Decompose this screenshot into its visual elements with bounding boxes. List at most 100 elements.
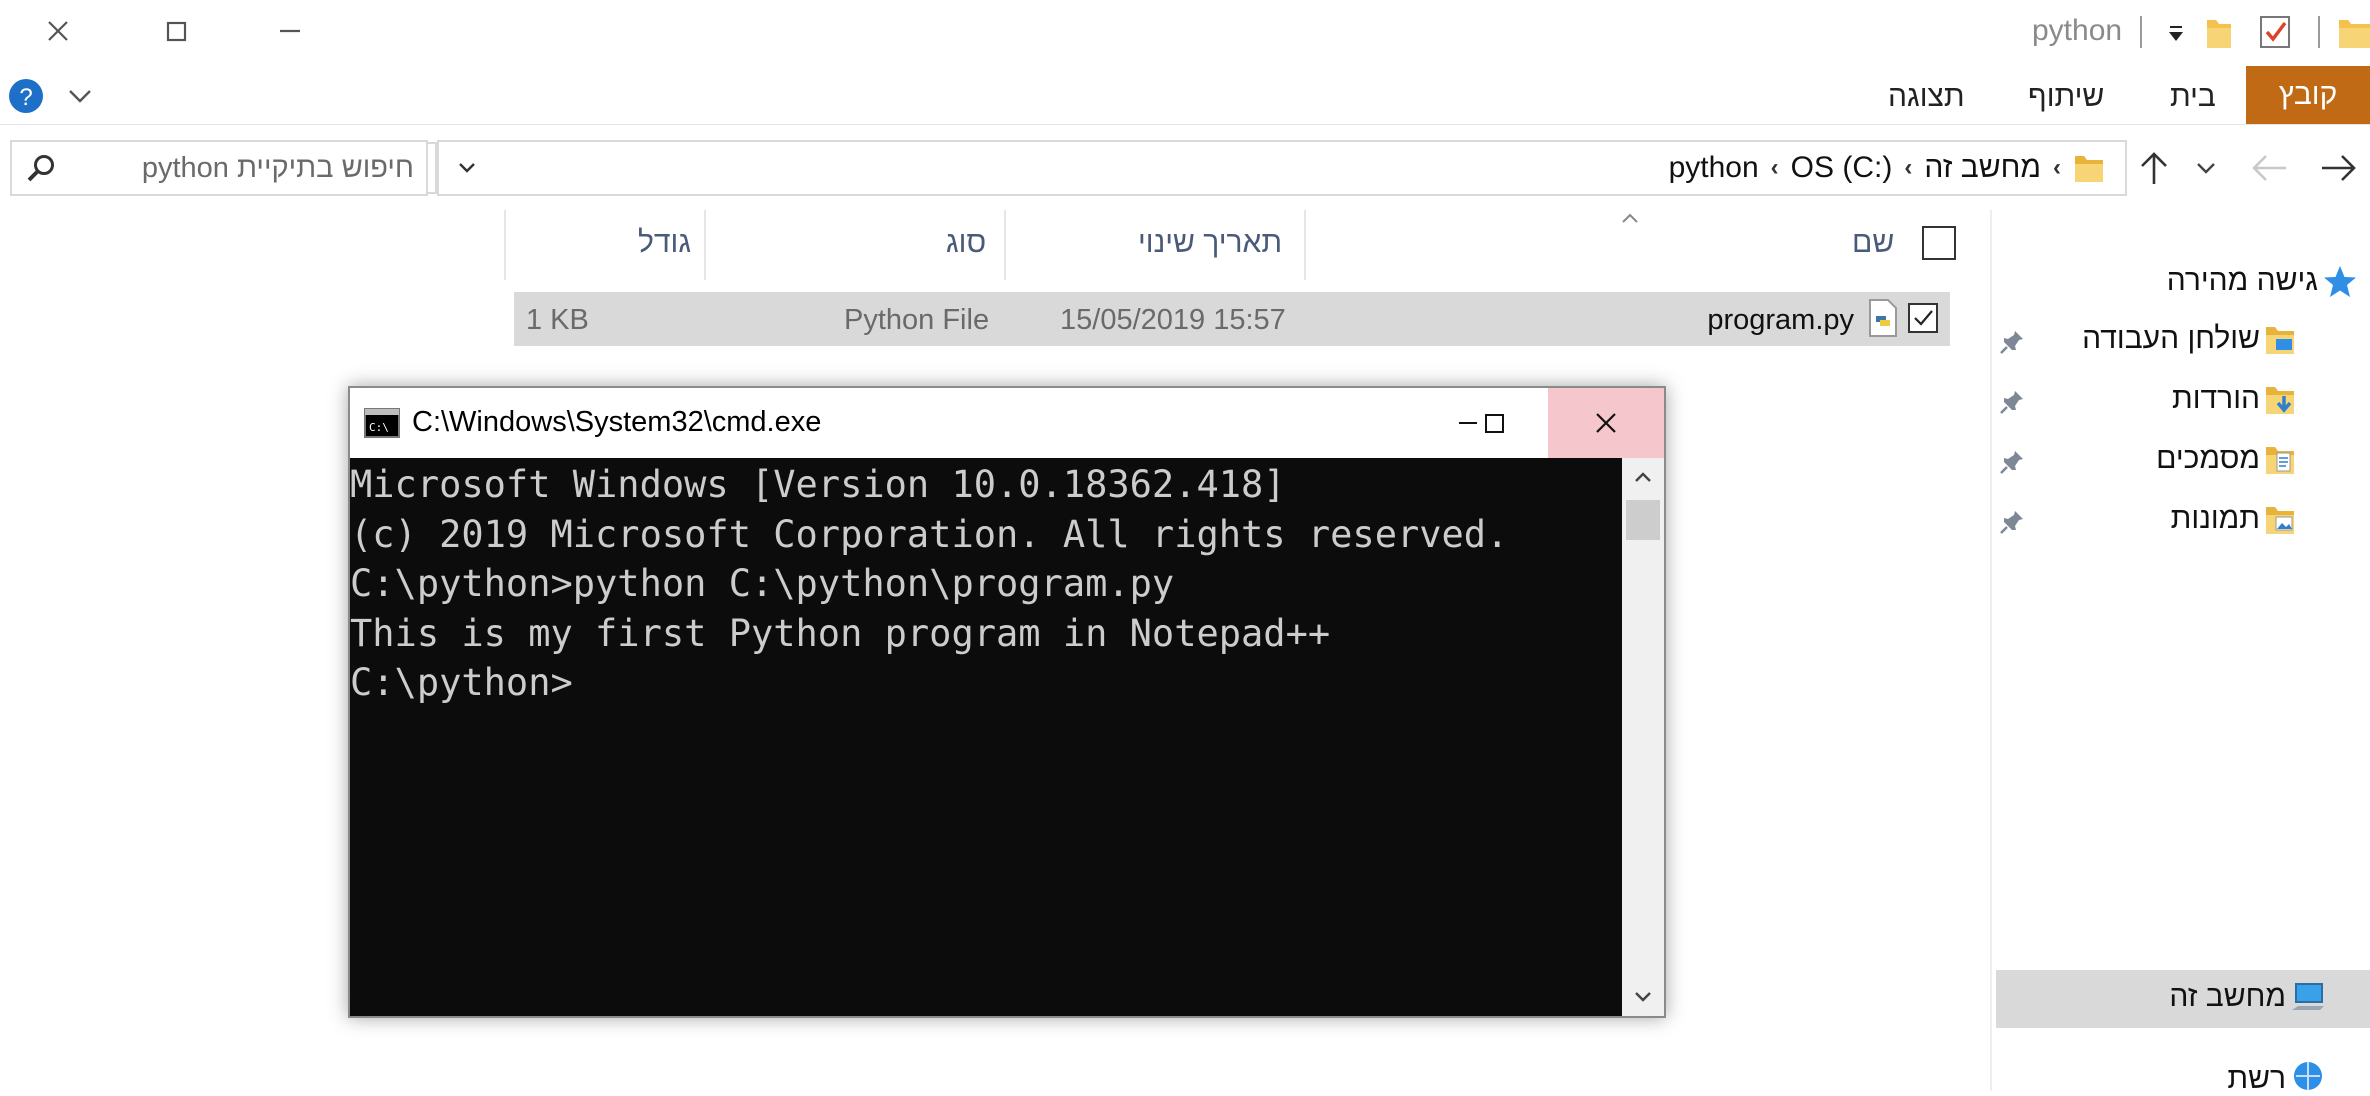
pin-icon[interactable]	[1998, 446, 2028, 476]
documents-folder-icon	[2266, 447, 2294, 474]
forward-button[interactable]	[2246, 146, 2292, 190]
search-icon	[24, 152, 58, 186]
chevron-up-icon	[1635, 472, 1651, 482]
cmd-line: Microsoft Windows [Version 10.0.18362.41…	[350, 463, 1286, 506]
app-folder-icon	[2336, 14, 2370, 52]
select-all-checkbox[interactable]	[1922, 226, 1956, 260]
title-separator	[2318, 16, 2320, 48]
breadcrumb-chevron-icon[interactable]: ‹	[1771, 154, 1779, 182]
cmd-maximize-button[interactable]	[1436, 388, 1552, 458]
column-divider[interactable]	[1304, 210, 1306, 280]
explorer-maximize-button[interactable]	[148, 8, 204, 56]
breadcrumb-chevron-icon[interactable]: ‹	[2053, 154, 2061, 182]
downloads-folder-icon	[2266, 387, 2294, 414]
explorer-minimize-button[interactable]	[262, 8, 318, 56]
new-folder-qat-button[interactable]	[2204, 14, 2234, 52]
tab-home[interactable]: בית	[2170, 80, 2216, 114]
cmd-scrollbar[interactable]	[1622, 458, 1664, 1016]
column-header-size[interactable]: גודל	[638, 226, 691, 260]
expand-ribbon-button[interactable]	[62, 80, 98, 112]
nav-label: שולחן העבודה	[2082, 322, 2260, 355]
file-row[interactable]: program.py 15/05/2019 15:57 Python File …	[514, 292, 1950, 346]
svg-text:?: ?	[19, 84, 32, 111]
search-placeholder: חיפוש בתיקיית python	[141, 152, 414, 184]
breadcrumb-drive-c[interactable]: OS (C:)	[1791, 151, 1893, 185]
chevron-down-icon	[1635, 992, 1651, 1002]
column-divider[interactable]	[704, 210, 706, 280]
nav-label: הורדות	[2172, 382, 2260, 415]
cmd-console[interactable]: Microsoft Windows [Version 10.0.18362.41…	[350, 458, 1622, 1016]
breadcrumb-chevron-icon[interactable]: ‹	[1904, 154, 1912, 182]
dropdown-arrow-icon	[2169, 26, 2183, 41]
cmd-output: Microsoft Windows [Version 10.0.18362.41…	[350, 460, 1508, 708]
nav-label: תמונות	[2170, 502, 2260, 535]
column-divider[interactable]	[1004, 210, 1006, 280]
breadcrumb-python[interactable]: python	[1669, 151, 1759, 185]
title-separator	[2140, 16, 2142, 48]
explorer-close-button[interactable]	[30, 8, 86, 56]
cmd-window[interactable]: C:\ C:\Windows\System32\cmd.exe Microsof…	[348, 386, 1666, 1018]
close-icon	[48, 21, 68, 41]
ribbon-divider	[0, 124, 2370, 125]
column-header-type[interactable]: סוג	[946, 226, 986, 260]
cmd-line: This is my first Python program in Notep…	[350, 611, 1331, 655]
cmd-title: C:\Windows\System32\cmd.exe	[412, 406, 822, 438]
tab-view[interactable]: תצוגה	[1888, 80, 1965, 114]
tab-file[interactable]: קובץ	[2246, 66, 2370, 124]
minimize-icon	[280, 29, 300, 33]
nav-item-network[interactable]: רשת	[1996, 1056, 2370, 1096]
back-button[interactable]	[2316, 146, 2362, 190]
scroll-up-button[interactable]	[1622, 458, 1664, 498]
scroll-down-button[interactable]	[1622, 976, 1664, 1016]
checkmark-document-icon	[2260, 16, 2290, 48]
nav-quick-access[interactable]: גישה מהירה	[2040, 262, 2370, 304]
cmd-prompt[interactable]: C:\python>	[350, 658, 1508, 708]
breadcrumb-this-pc[interactable]: מחשב זה	[1924, 151, 2041, 185]
svg-text:C:\: C:\	[369, 421, 389, 434]
python-file-icon	[1866, 298, 1900, 338]
nav-item-this-pc[interactable]: מחשב זה	[1996, 970, 2370, 1028]
help-icon: ?	[9, 79, 43, 113]
cmd-line: (c) 2019 Microsoft Corporation. All righ…	[350, 512, 1509, 556]
file-size: 1 KB	[526, 304, 589, 336]
arrow-right-icon	[2322, 155, 2356, 181]
file-type: Python File	[844, 304, 990, 336]
chevron-down-icon	[69, 90, 91, 103]
customize-qat-button[interactable]	[2161, 20, 2191, 50]
pin-icon[interactable]	[1998, 506, 2028, 536]
up-button[interactable]	[2134, 146, 2174, 190]
nav-label: מסמכים	[2156, 442, 2260, 475]
properties-qat-button[interactable]	[2258, 14, 2292, 50]
column-divider[interactable]	[504, 210, 506, 280]
column-header-date[interactable]: תאריך שינוי	[1138, 226, 1282, 260]
help-button[interactable]: ?	[8, 78, 44, 114]
arrow-up-icon	[2141, 152, 2167, 184]
pin-icon[interactable]	[1998, 386, 2028, 416]
scroll-thumb[interactable]	[1626, 500, 1660, 540]
cmd-app-icon: C:\	[364, 408, 400, 438]
column-header-name[interactable]: שם	[1852, 226, 1894, 260]
quick-access-label: גישה מהירה	[2166, 264, 2318, 297]
tab-share[interactable]: שיתוף	[2028, 80, 2104, 114]
folder-icon	[2207, 20, 2231, 48]
nav-item-desktop[interactable]: שולחן העבודה	[1996, 320, 2370, 362]
chevron-down-icon	[2197, 163, 2215, 174]
maximize-icon	[1485, 414, 1504, 433]
search-box[interactable]: חיפוש בתיקיית python	[10, 140, 428, 196]
file-name[interactable]: program.py	[1707, 304, 1854, 337]
nav-item-documents[interactable]: מסמכים	[1996, 440, 2370, 482]
nav-item-pictures[interactable]: תמונות	[1996, 500, 2370, 542]
address-dropdown-button[interactable]	[439, 142, 495, 194]
folder-icon	[2075, 156, 2103, 182]
pin-icon[interactable]	[1998, 326, 2028, 356]
row-checkbox[interactable]	[1908, 303, 1938, 333]
cmd-line: C:\python>python C:\python\program.py	[350, 562, 1175, 605]
address-bar[interactable]: ‹ מחשב זה ‹ OS (C:) ‹ python	[385, 140, 2127, 196]
sort-ascending-icon	[1618, 210, 1642, 226]
maximize-icon	[166, 21, 187, 42]
cmd-close-button[interactable]	[1548, 388, 1664, 458]
cmd-title-bar[interactable]: C:\ C:\Windows\System32\cmd.exe	[350, 388, 1664, 458]
nav-item-downloads[interactable]: הורדות	[1996, 380, 2370, 422]
recent-locations-button[interactable]	[2188, 150, 2224, 186]
nav-pane-divider	[1990, 210, 1992, 1091]
